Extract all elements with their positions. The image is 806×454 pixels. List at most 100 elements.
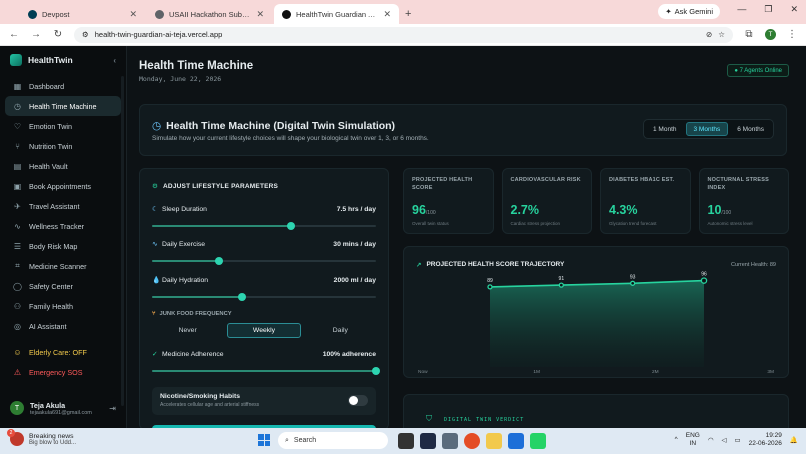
app: HealthTwin ‹ ▦ Dashboard ◷ Health Time Mach… bbox=[0, 46, 806, 428]
folder-icon[interactable] bbox=[486, 433, 502, 449]
extensions-icon[interactable]: ⧉ bbox=[743, 29, 755, 40]
junk-option-daily[interactable]: Daily bbox=[305, 323, 376, 338]
nicotine-card: Nicotine/Smoking Habits Accelerates cell… bbox=[152, 387, 376, 415]
healthtwin-logo-icon bbox=[10, 54, 22, 66]
taskbar-search[interactable]: ⌕ Search bbox=[278, 432, 388, 449]
wifi-icon[interactable]: ◠ bbox=[708, 436, 714, 444]
slider-handle[interactable] bbox=[372, 367, 380, 375]
maximize-icon[interactable]: ❐ bbox=[764, 4, 772, 15]
junk-option-weekly[interactable]: Weekly bbox=[227, 323, 301, 338]
ask-gemini-button[interactable]: ✦ Ask Gemini bbox=[658, 4, 720, 19]
language-indicator[interactable]: ENG IN bbox=[686, 432, 700, 448]
forward-icon[interactable]: → bbox=[30, 29, 42, 40]
site-info-icon[interactable]: ⚙ bbox=[82, 30, 89, 39]
sidebar-nav: ▦ Dashboard ◷ Health Time Machine ♡ Emotion T… bbox=[0, 76, 126, 336]
sleep-slider[interactable] bbox=[152, 222, 376, 230]
sidebar-item-nutrition-twin[interactable]: ⑂ Nutrition Twin bbox=[5, 136, 121, 156]
data-point[interactable] bbox=[700, 277, 708, 284]
safety-center-icon: ◯ bbox=[13, 281, 22, 291]
close-tab-icon[interactable]: ✕ bbox=[256, 9, 264, 20]
bookmark-star-icon[interactable]: ☆ bbox=[718, 30, 725, 39]
sidebar-item-health-vault[interactable]: ▤ Health Vault bbox=[5, 156, 121, 176]
search-icon: ⌕ bbox=[285, 436, 289, 444]
sleep-value: 7.5 hrs / day bbox=[336, 205, 376, 213]
elderly-care-toggle[interactable]: ☺ Elderly Care: OFF bbox=[5, 342, 121, 362]
option-3-months[interactable]: 3 Months bbox=[685, 122, 729, 136]
moon-icon: ☾ bbox=[152, 206, 159, 213]
medicine-slider[interactable] bbox=[152, 367, 380, 375]
sidebar-item-book-appointments[interactable]: ▣ Book Appointments bbox=[5, 176, 121, 196]
slider-fill bbox=[152, 370, 376, 372]
sidebar-item-travel-assistant[interactable]: ✈ Travel Assistant bbox=[5, 196, 121, 216]
travel-assistant-icon: ✈ bbox=[14, 201, 21, 211]
close-tab-icon[interactable]: ✕ bbox=[129, 9, 137, 20]
notification-bell-icon[interactable]: 🔔 bbox=[790, 436, 798, 444]
tab-devpost[interactable]: Devpost ✕ bbox=[20, 4, 145, 24]
sidebar-item-safety-center[interactable]: ◯ Safety Center bbox=[5, 276, 121, 296]
junk-option-never[interactable]: Never bbox=[152, 323, 223, 338]
verdict-heading: DIGITAL TWIN VERDICT bbox=[444, 417, 525, 423]
sidebar: HealthTwin ‹ ▦ Dashboard ◷ Health Time Mach… bbox=[0, 46, 127, 428]
close-window-icon[interactable]: ✕ bbox=[790, 4, 798, 15]
data-point[interactable] bbox=[558, 282, 564, 288]
news-widget[interactable]: 2 Breaking news Big blow to Udd... bbox=[7, 429, 76, 446]
sidebar-scrollbar[interactable] bbox=[121, 76, 124, 406]
windows-start-icon[interactable] bbox=[258, 434, 270, 446]
sidebar-item-family-health[interactable]: ⚇ Family Health bbox=[5, 296, 121, 316]
chevron-up-icon[interactable]: ^ bbox=[675, 436, 678, 443]
nicotine-toggle[interactable] bbox=[348, 395, 368, 406]
close-tab-icon[interactable]: ✕ bbox=[383, 9, 391, 20]
back-icon[interactable]: ← bbox=[8, 29, 20, 40]
file-explorer-icon[interactable] bbox=[398, 433, 414, 449]
slider-handle[interactable] bbox=[215, 257, 224, 265]
x-tick-label: 3M bbox=[767, 369, 774, 375]
tab-usaii[interactable]: USAII Hackathon Submission G ✕ bbox=[147, 4, 272, 24]
user-profile[interactable]: T Teja Akula tejaakula691@gmail.com ⇥ bbox=[5, 396, 121, 420]
slider-handle[interactable] bbox=[237, 293, 246, 301]
option-1-month[interactable]: 1 Month bbox=[646, 122, 684, 136]
option-6-months[interactable]: 6 Months bbox=[730, 122, 771, 136]
menu-dots-icon[interactable]: ⋮ bbox=[786, 29, 798, 40]
sidebar-item-ai-assistant[interactable]: ◎ AI Assistant bbox=[5, 316, 121, 336]
reload-icon[interactable]: ↻ bbox=[52, 29, 64, 40]
exercise-slider[interactable] bbox=[152, 257, 376, 265]
trajectory-chart-card: ↗ PROJECTED HEALTH SCORE TRAJECTORY Curr… bbox=[403, 246, 789, 378]
hydration-row: 💧 Daily Hydration 2000 ml / day bbox=[152, 276, 376, 285]
hero-title-text: Health Time Machine (Digital Twin Simula… bbox=[166, 120, 396, 132]
metric-number: 4.3% bbox=[609, 203, 638, 217]
sidebar-item-wellness-tracker[interactable]: ∿ Wellness Tracker bbox=[5, 216, 121, 236]
utensils-icon: ⑂ bbox=[152, 311, 156, 317]
terminal-icon[interactable] bbox=[420, 433, 436, 449]
window-controls: — ❐ ✕ bbox=[737, 4, 798, 15]
sidebar-item-health-time-machine[interactable]: ◷ Health Time Machine bbox=[5, 96, 121, 116]
slider-handle[interactable] bbox=[286, 222, 295, 230]
sidebar-item-medicine-scanner[interactable]: ⌗ Medicine Scanner bbox=[5, 256, 121, 276]
clock-icon: ◷ bbox=[152, 120, 162, 132]
chrome-icon[interactable] bbox=[464, 433, 480, 449]
user-email: tejaakula691@gmail.com bbox=[30, 409, 92, 416]
exercise-value: 30 mins / day bbox=[333, 240, 376, 248]
volume-icon[interactable]: ◁ bbox=[722, 436, 727, 444]
logout-icon[interactable]: ⇥ bbox=[109, 404, 116, 413]
url-input[interactable]: ⚙ health-twin-guardian-ai-teja.vercel.ap… bbox=[74, 26, 733, 43]
hydration-slider[interactable] bbox=[152, 293, 376, 301]
whatsapp-icon[interactable] bbox=[530, 433, 546, 449]
minimize-icon[interactable]: — bbox=[737, 4, 746, 15]
nicotine-title: Nicotine/Smoking Habits bbox=[160, 393, 241, 400]
profile-avatar[interactable]: T bbox=[765, 29, 776, 40]
sidebar-item-body-risk-map[interactable]: ☰ Body Risk Map bbox=[5, 236, 121, 256]
eye-off-icon[interactable]: ⊘ bbox=[706, 30, 712, 39]
tab-healthtwin[interactable]: HealthTwin Guardian AI — Your ✕ bbox=[274, 4, 399, 24]
battery-icon[interactable]: ▭ bbox=[735, 436, 741, 444]
new-tab-button[interactable]: + bbox=[405, 4, 411, 24]
emergency-sos-button[interactable]: ⚠ Emergency SOS bbox=[5, 362, 121, 382]
vscode-icon[interactable] bbox=[508, 433, 524, 449]
sidebar-item-dashboard[interactable]: ▦ Dashboard bbox=[5, 76, 121, 96]
data-point[interactable] bbox=[630, 280, 636, 286]
collapse-sidebar-icon[interactable]: ‹ bbox=[113, 56, 116, 65]
sidebar-item-emotion-twin[interactable]: ♡ Emotion Twin bbox=[5, 116, 121, 136]
clock[interactable]: 19:29 22-06-2026 bbox=[749, 432, 782, 448]
data-point[interactable] bbox=[487, 284, 493, 290]
metric-label: CARDIOVASCULAR RISK bbox=[510, 177, 581, 183]
settings-icon[interactable] bbox=[442, 433, 458, 449]
